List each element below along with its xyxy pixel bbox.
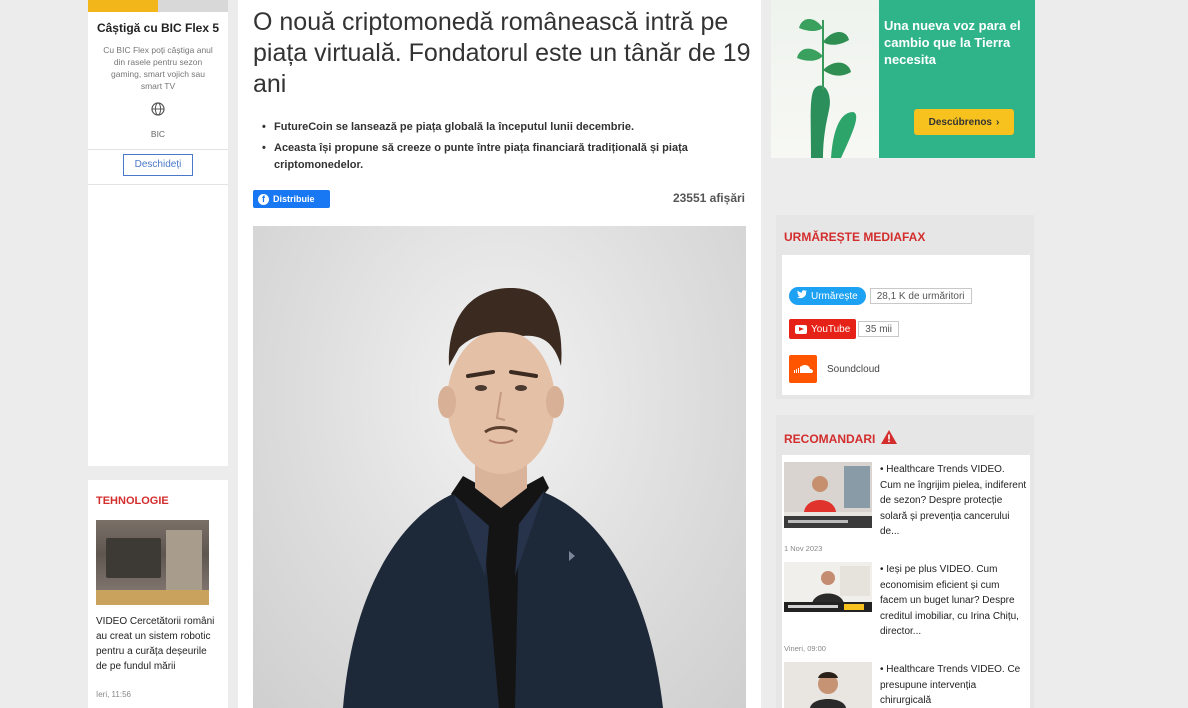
twitter-follow-label: Urmărește	[811, 290, 858, 302]
video-thumbnail[interactable]	[784, 562, 872, 628]
video-thumbnail[interactable]	[784, 662, 872, 708]
recommendation-date: Vineri, 09:00	[784, 644, 826, 653]
article-main: O nouă criptomonedă românească intră pe …	[238, 0, 761, 708]
youtube-label: YouTube	[811, 323, 851, 335]
twitter-row: Urmărește 28,1 K de urmăritori	[789, 287, 972, 305]
youtube-row: YouTube 35 mii	[789, 319, 899, 339]
cta-label: Descúbrenos	[928, 116, 992, 128]
article-headline: O nouă criptomonedă românească intră pe …	[253, 8, 751, 98]
twitter-follow-button[interactable]: Urmărește	[789, 287, 866, 305]
article-timestamp: Ieri, 11:56	[96, 690, 131, 699]
recommendations-title: RECOMANDARI	[784, 431, 876, 446]
globe-icon	[88, 102, 228, 119]
follow-widget: URMĂREȘTE MEDIAFAX Urmărește 28,1 K de u…	[776, 215, 1034, 399]
follow-heading: URMĂREȘTE MEDIAFAX	[784, 230, 926, 244]
recommendation-title[interactable]: • Ieși pe plus VIDEO. Cum economisim efi…	[880, 562, 1028, 640]
recommendation-text[interactable]: Healthcare Trends VIDEO. Ce presupune in…	[880, 664, 1020, 706]
chevron-right-icon: ›	[996, 116, 1000, 128]
view-count: 23551 afișări	[672, 191, 745, 205]
ad-title: Câștigă cu BIC Flex 5	[96, 21, 220, 35]
soundcloud-row[interactable]: Soundcloud	[789, 355, 880, 383]
recommendation-title[interactable]: • Healthcare Trends VIDEO. Cum ne îngrij…	[880, 462, 1028, 540]
summary-bullet: FutureCoin se lansează pe piața globală …	[260, 119, 740, 136]
facebook-share-button[interactable]: f Distribuie	[253, 190, 330, 208]
ad-banner-strip	[88, 0, 228, 12]
article-summary: FutureCoin se lansează pe piața globală …	[260, 119, 740, 178]
open-ad-button[interactable]: Deschideți	[123, 154, 193, 176]
soundcloud-label: Soundcloud	[827, 363, 880, 375]
technology-section: TEHNOLOGIE VIDEO Cercetătorii români au …	[88, 480, 228, 708]
youtube-subscribe-button[interactable]: YouTube	[789, 319, 857, 339]
recommendations-widget: RECOMANDARI • Healthcare Trends VIDEO. C…	[776, 415, 1034, 708]
twitter-follower-count: 28,1 K de urmăritori	[869, 288, 972, 304]
follow-body: Urmărește 28,1 K de urmăritori YouTube 3…	[782, 255, 1030, 395]
summary-bullet: Aceasta își propune să creeze o punte în…	[260, 140, 740, 174]
video-thumbnail[interactable]	[784, 462, 872, 528]
recommendation-text[interactable]: Healthcare Trends VIDEO. Cum ne îngrijim…	[880, 464, 1026, 537]
twitter-icon	[797, 290, 807, 302]
left-sidebar-ad[interactable]: Câștigă cu BIC Flex 5 Cu BIC Flex poți c…	[88, 0, 228, 466]
article-link[interactable]: VIDEO Cercetătorii români au creat un si…	[96, 614, 220, 674]
divider	[88, 149, 228, 150]
article-thumbnail[interactable]	[96, 520, 209, 605]
ad-plant-image	[771, 0, 879, 158]
section-heading[interactable]: TEHNOLOGIE	[88, 480, 228, 507]
recommendations-list: • Healthcare Trends VIDEO. Cum ne îngrij…	[782, 455, 1030, 708]
share-label: Distribuie	[273, 194, 315, 204]
ad-brand: BIC	[150, 129, 166, 139]
ad-slogan: Una nueva voz para el cambio que la Tier…	[884, 18, 1021, 67]
recommendation-text[interactable]: Ieși pe plus VIDEO. Cum economisim efici…	[880, 564, 1019, 637]
soundcloud-icon	[789, 355, 817, 383]
recommendation-date: 1 Nov 2023	[784, 544, 823, 553]
discover-button[interactable]: Descúbrenos ›	[914, 109, 1014, 135]
warning-icon	[881, 430, 898, 447]
article-photo	[253, 226, 746, 708]
recommendation-title[interactable]: • Healthcare Trends VIDEO. Ce presupune …	[880, 662, 1028, 708]
ad-description: Cu BIC Flex poți câștiga anul din rasele…	[103, 45, 213, 91]
youtube-icon	[795, 324, 807, 334]
divider	[88, 184, 228, 185]
facebook-icon: f	[258, 193, 269, 205]
recommendations-heading: RECOMANDARI	[776, 415, 1034, 447]
right-sidebar-ad[interactable]: Una nueva voz para el cambio que la Tier…	[771, 0, 1035, 158]
youtube-subscriber-count: 35 mii	[858, 321, 899, 337]
